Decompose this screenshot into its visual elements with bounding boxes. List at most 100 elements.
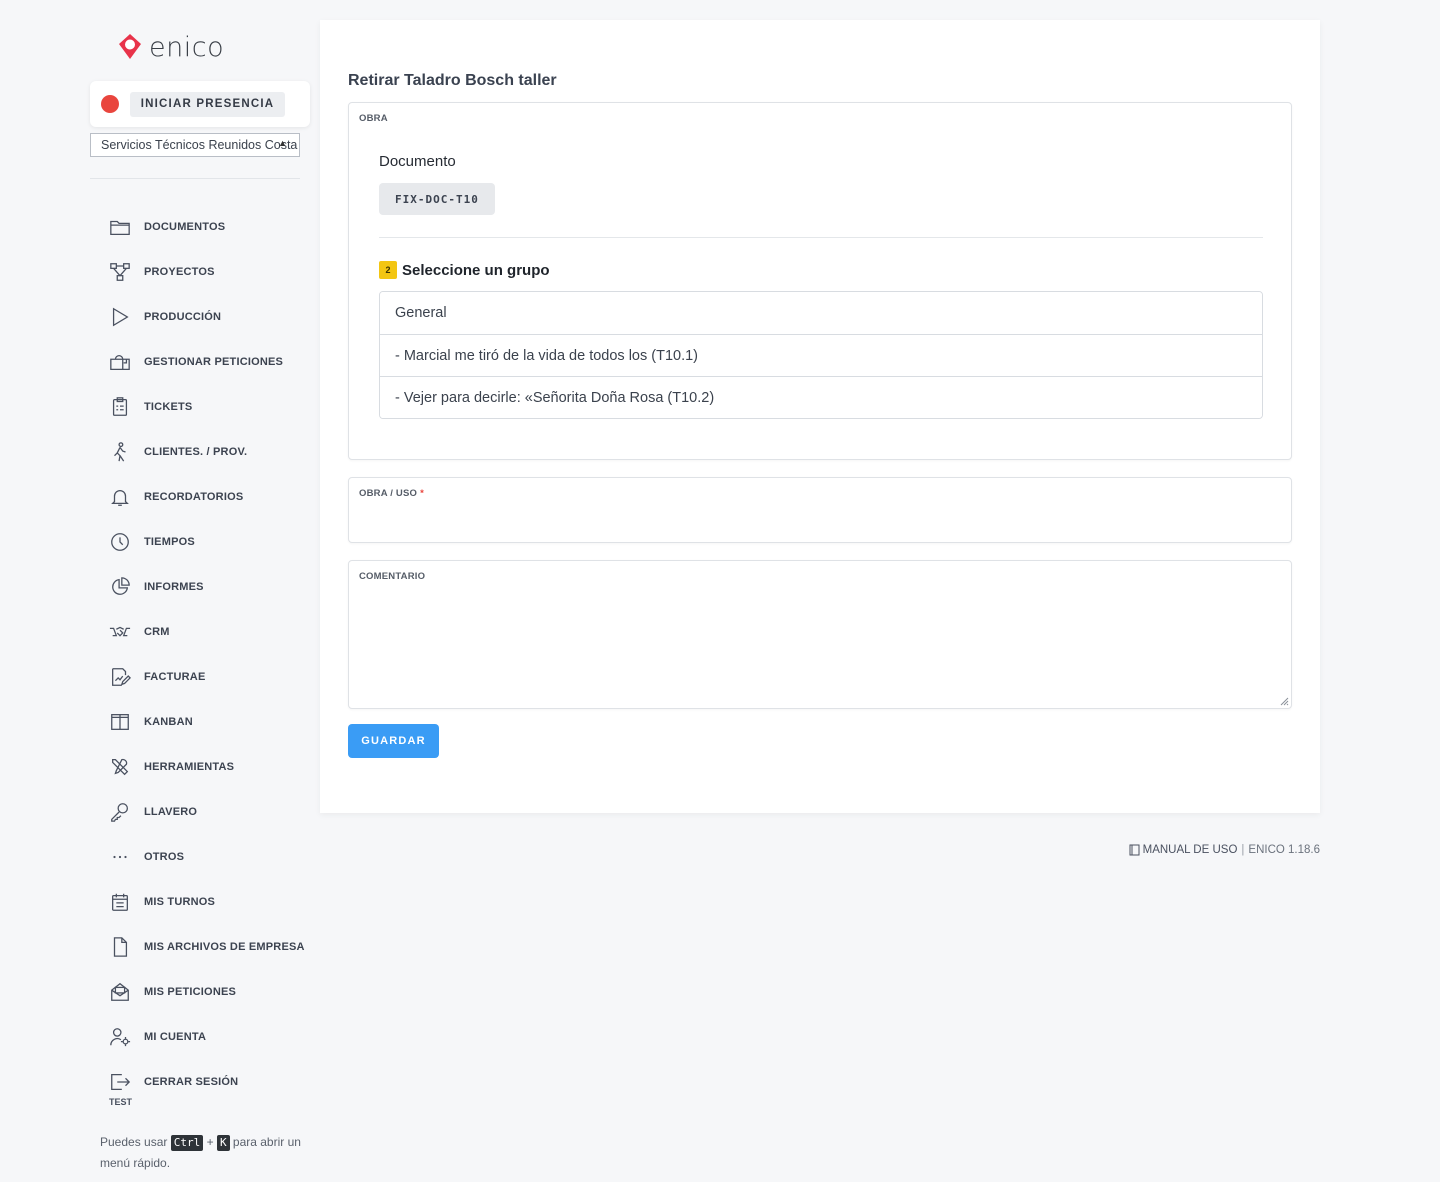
obra-uso-fieldset: OBRA / USO * <box>348 477 1292 543</box>
obra-fieldset: OBRA Documento FIX-DOC-T10 2 Seleccione … <box>348 102 1292 460</box>
sidebar-item-mis-peticiones[interactable]: MIS PETICIONES <box>108 969 308 1014</box>
brand-logo[interactable]: enico <box>116 30 224 64</box>
sidebar-item-proyectos[interactable]: PROYECTOS <box>108 249 308 294</box>
obra-uso-input[interactable] <box>349 506 1291 538</box>
page-title: Retirar Taladro Bosch taller <box>348 72 557 89</box>
sidebar-item-informes[interactable]: INFORMES <box>108 564 308 609</box>
sidebar-item-cerrar-sesion[interactable]: CERRAR SESIÓN TEST <box>108 1059 308 1107</box>
obra-uso-legend: OBRA / USO * <box>359 488 424 499</box>
sidebar-item-label: PROYECTOS <box>144 265 215 278</box>
app-version: ENICO 1.18.6 <box>1248 844 1320 856</box>
sidebar-divider <box>90 178 300 179</box>
sidebar-item-mis-turnos[interactable]: MIS TURNOS <box>108 879 308 924</box>
invoice-edit-icon <box>108 665 132 689</box>
required-mark: * <box>420 488 425 499</box>
sidebar-item-label: RECORDATORIOS <box>144 490 244 503</box>
sidebar-item-clientes-prov[interactable]: CLIENTES. / PROV. <box>108 429 308 474</box>
brand-pin-icon <box>119 34 141 59</box>
select-caret-icon: ▲ <box>278 138 287 148</box>
document-label: Documento <box>379 153 456 170</box>
company-select[interactable]: Servicios Técnicos Reunidos Costa ▲ <box>90 133 300 157</box>
sidebar-item-label: CLIENTES. / PROV. <box>144 445 248 458</box>
document-code-button[interactable]: FIX-DOC-T10 <box>379 183 495 215</box>
hint-prefix: Puedes usar <box>100 1135 168 1149</box>
quick-menu-hint: Puedes usar Ctrl + K para abrir un menú … <box>100 1132 305 1174</box>
comentario-fieldset: COMENTARIO <box>348 560 1292 709</box>
obra-uso-legend-text: OBRA / USO <box>359 488 418 499</box>
sidebar-item-label: OTROS <box>144 850 185 863</box>
tools-icon <box>108 755 132 779</box>
sidebar-item-label: DOCUMENTOS <box>144 220 226 233</box>
start-presence-button[interactable]: INICIAR PRESENCIA <box>130 91 285 117</box>
sidebar-item-label: CERRAR SESIÓN <box>144 1075 239 1088</box>
sidebar-item-label: KANBAN <box>144 715 193 728</box>
obra-divider <box>379 237 1263 238</box>
logout-icon <box>108 1070 132 1094</box>
key-icon <box>108 800 132 824</box>
company-select-value: Servicios Técnicos Reunidos Costa <box>101 138 298 152</box>
sidebar-item-label: GESTIONAR PETICIONES <box>144 355 284 368</box>
sidebar-item-label: CRM <box>144 625 170 638</box>
file-icon <box>108 935 132 959</box>
sidebar-item-label: TICKETS <box>144 400 193 413</box>
manual-link[interactable]: MANUAL DE USO <box>1129 844 1237 856</box>
more-dots-icon <box>108 845 132 869</box>
sidebar-item-label: HERRAMIENTAS <box>144 760 235 773</box>
group-option-general[interactable]: General <box>380 292 1262 334</box>
clipboard-icon <box>108 395 132 419</box>
book-icon <box>1129 844 1140 856</box>
sidebar-item-documentos[interactable]: DOCUMENTOS <box>108 204 308 249</box>
sidebar-item-recordatorios[interactable]: RECORDATORIOS <box>108 474 308 519</box>
sidebar-nav: DOCUMENTOS PROYECTOS PRODUCCIÓN GESTIONA… <box>108 204 308 1107</box>
kbd-k: K <box>216 1135 230 1151</box>
user-gear-icon <box>108 1025 132 1049</box>
calendar-icon <box>108 890 132 914</box>
sidebar-item-mis-archivos-empresa[interactable]: MIS ARCHIVOS DE EMPRESA <box>108 924 308 969</box>
sidebar-item-tiempos[interactable]: TIEMPOS <box>108 519 308 564</box>
sidebar-item-otros[interactable]: OTROS <box>108 834 308 879</box>
sidebar-item-kanban[interactable]: KANBAN <box>108 699 308 744</box>
obra-legend: OBRA <box>359 113 388 124</box>
play-icon <box>108 305 132 329</box>
pie-chart-icon <box>108 575 132 599</box>
sidebar-item-crm[interactable]: CRM <box>108 609 308 654</box>
sidebar-item-label: INFORMES <box>144 580 204 593</box>
sidebar-item-produccion[interactable]: PRODUCCIÓN <box>108 294 308 339</box>
step-badge: 2 <box>379 261 397 279</box>
presence-panel: INICIAR PRESENCIA <box>90 81 310 127</box>
group-option-t10-1[interactable]: - Marcial me tiró de la vida de todos lo… <box>380 334 1262 376</box>
folder-icon <box>108 215 132 239</box>
mailbox-icon <box>108 350 132 374</box>
sidebar-item-herramientas[interactable]: HERRAMIENTAS <box>108 744 308 789</box>
footer-separator: | <box>1241 844 1245 856</box>
sidebar-item-label: LLAVERO <box>144 805 198 818</box>
clock-icon <box>108 530 132 554</box>
project-tree-icon <box>108 260 132 284</box>
bell-icon <box>108 485 132 509</box>
sidebar-item-label: MIS ARCHIVOS DE EMPRESA <box>144 940 305 953</box>
sidebar-item-gestionar-peticiones[interactable]: GESTIONAR PETICIONES <box>108 339 308 384</box>
sidebar: enico INICIAR PRESENCIA Servicios Técnic… <box>90 0 310 1182</box>
sidebar-item-mi-cuenta[interactable]: MI CUENTA <box>108 1014 308 1059</box>
walking-person-icon <box>108 440 132 464</box>
group-heading: 2 Seleccione un grupo <box>379 261 550 279</box>
sidebar-item-label: MI CUENTA <box>144 1030 207 1043</box>
comentario-textarea[interactable] <box>349 589 1291 704</box>
kanban-columns-icon <box>108 710 132 734</box>
group-option-t10-2[interactable]: - Vejer para decirle: «Señorita Doña Ros… <box>380 376 1262 418</box>
kbd-ctrl: Ctrl <box>170 1135 204 1151</box>
comentario-legend: COMENTARIO <box>359 571 426 582</box>
brand-name: enico <box>149 31 225 63</box>
sidebar-item-facturae[interactable]: FACTURAE <box>108 654 308 699</box>
sidebar-item-llavero[interactable]: LLAVERO <box>108 789 308 834</box>
session-user-tag: TEST <box>109 1097 133 1107</box>
sidebar-item-label: PRODUCCIÓN <box>144 310 222 323</box>
envelope-open-icon <box>108 980 132 1004</box>
footer: MANUAL DE USO | ENICO 1.18.6 <box>1129 844 1320 856</box>
sidebar-item-tickets[interactable]: TICKETS <box>108 384 308 429</box>
handshake-icon <box>108 620 132 644</box>
main-card: Retirar Taladro Bosch taller OBRA Docume… <box>320 20 1320 813</box>
save-button[interactable]: GUARDAR <box>348 724 439 758</box>
sidebar-item-label: TIEMPOS <box>144 535 195 548</box>
resize-grip-icon[interactable] <box>1279 696 1289 706</box>
